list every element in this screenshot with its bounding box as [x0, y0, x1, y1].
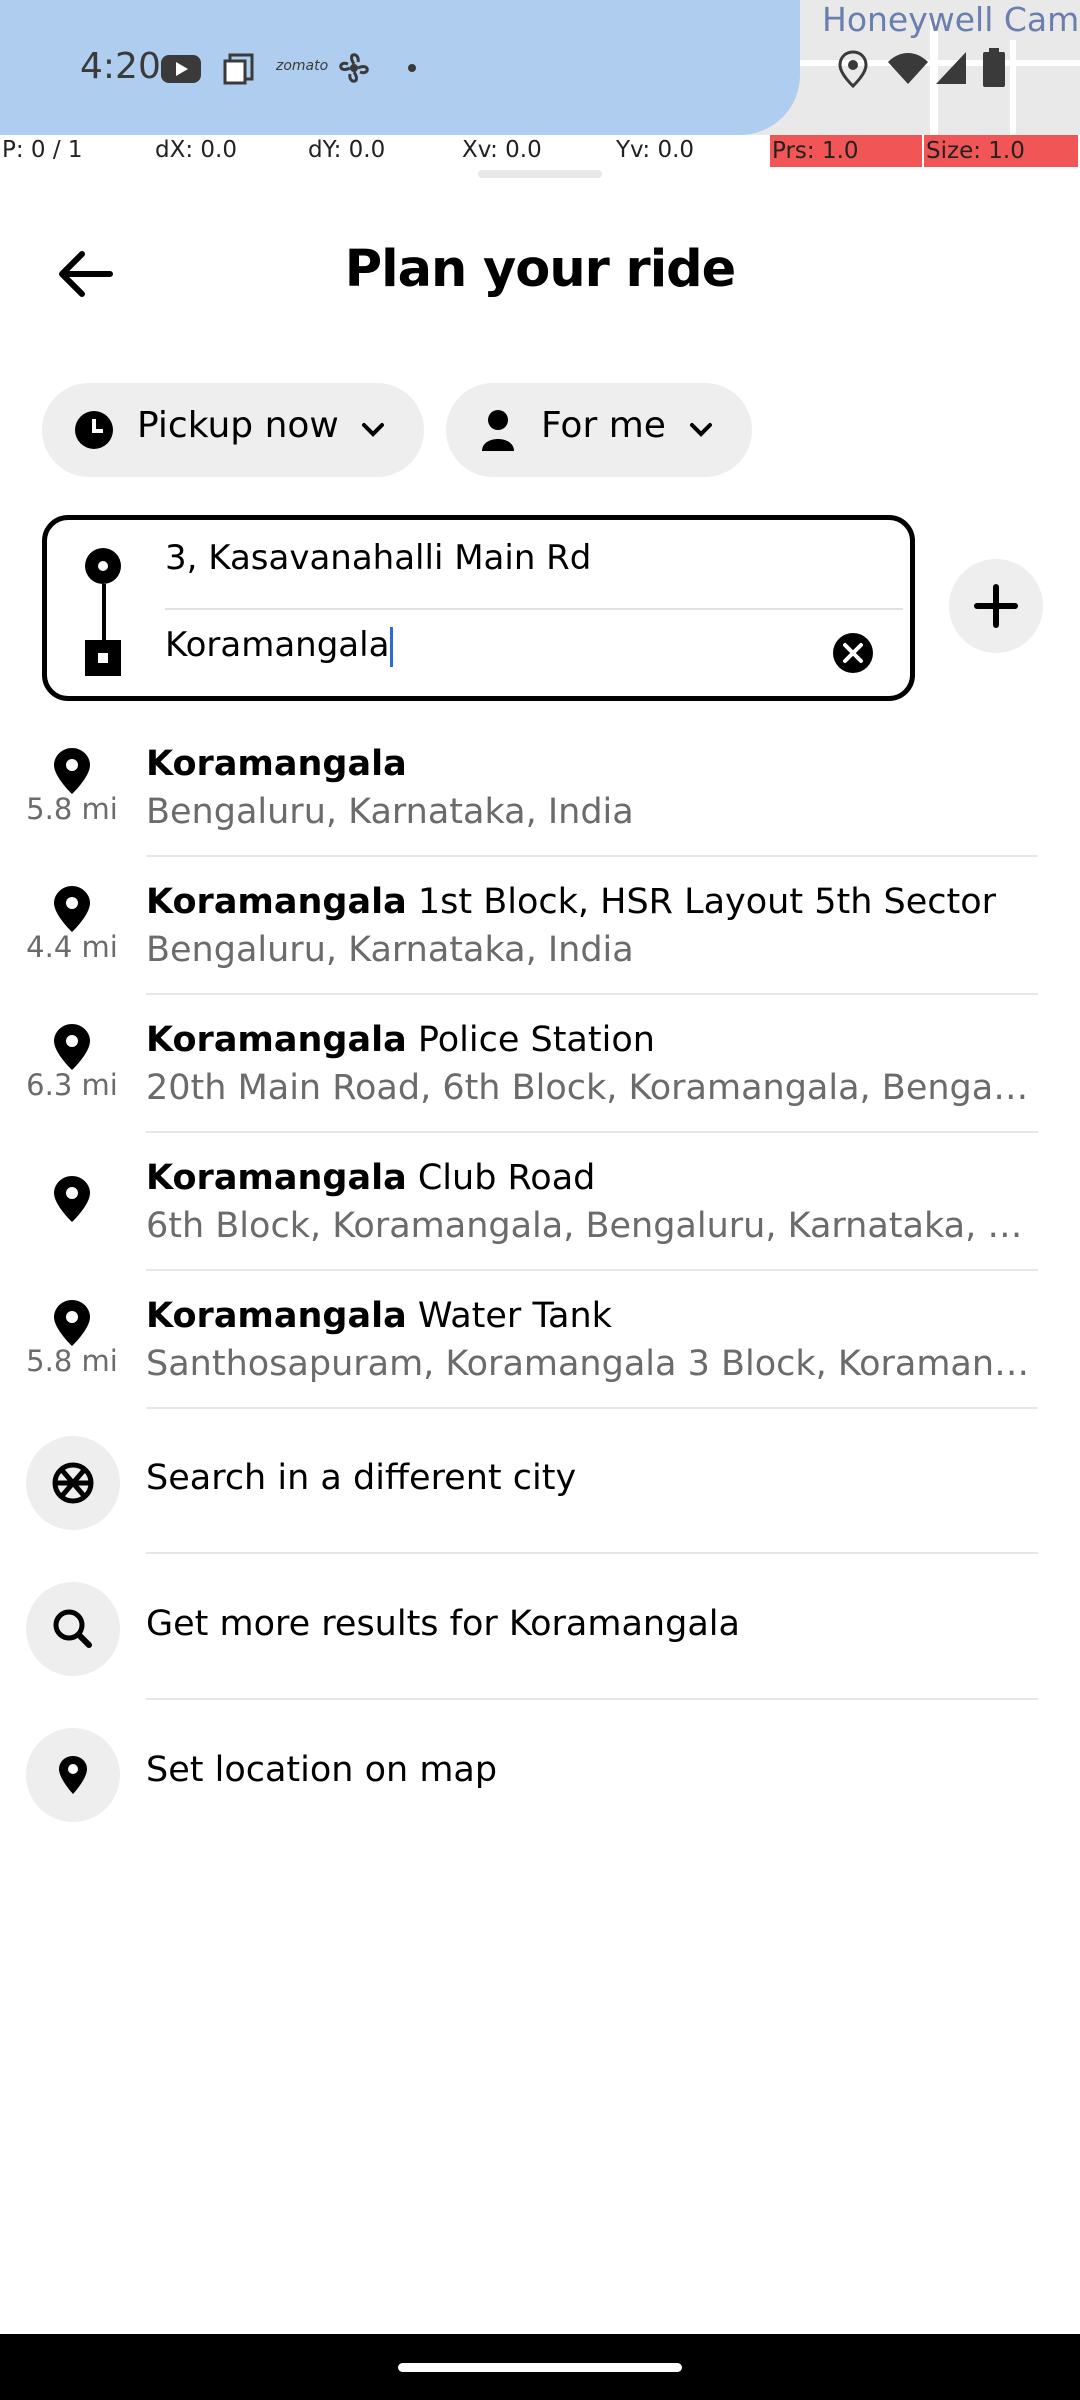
home-gesture-handle[interactable] — [398, 2363, 682, 2372]
fan-icon — [339, 53, 369, 83]
search-icon-bg — [26, 1582, 120, 1676]
page-title: Plan your ride — [344, 240, 737, 299]
divider — [146, 855, 1038, 857]
destination-text: Koramangala — [165, 625, 390, 665]
clock-icon — [75, 411, 113, 449]
pickup-dot-icon — [85, 548, 121, 584]
result-item[interactable]: 4.4 mi Koramangala 1st Block, HSR Layout… — [0, 878, 1080, 996]
debug-dy: dY: 0.0 — [308, 137, 386, 163]
dot-icon — [408, 64, 416, 72]
search-different-city-label: Search in a different city — [146, 1458, 577, 1498]
sheet-drag-handle[interactable] — [478, 170, 602, 178]
rider-label: For me — [541, 405, 666, 446]
pin-icon-bg — [26, 1728, 120, 1822]
location-pin-icon — [54, 1176, 90, 1222]
pickup-time-chip[interactable]: Pickup now — [42, 383, 424, 477]
pointer-debug-overlay: P: 0 / 1 dX: 0.0 dY: 0.0 Xv: 0.0 Yv: 0.0… — [0, 135, 1080, 167]
result-subtitle: 20th Main Road, 6th Block, Koramangala, … — [146, 1068, 1031, 1108]
search-icon — [53, 1609, 92, 1648]
clear-text-icon[interactable] — [832, 632, 874, 674]
more-results-label: Get more results for Koramangala — [146, 1604, 740, 1644]
route-divider — [165, 608, 903, 610]
person-icon — [482, 410, 514, 451]
result-title: Koramangala — [146, 744, 407, 784]
result-subtitle: 6th Block, Koramangala, Bengaluru, Karna… — [146, 1206, 1031, 1246]
destination-square-icon — [85, 640, 121, 676]
location-icon — [838, 50, 868, 88]
location-pin-icon — [54, 886, 90, 932]
globe-icon — [52, 1462, 94, 1504]
globe-icon-bg — [26, 1436, 120, 1530]
route-input-box: 3, Kasavanahalli Main Rd Koramangala — [42, 515, 915, 701]
result-distance: 4.4 mi — [26, 930, 118, 964]
debug-dx: dX: 0.0 — [155, 137, 237, 163]
location-pin-icon — [54, 1300, 90, 1346]
cellular-icon — [936, 52, 966, 84]
pickup-input[interactable]: 3, Kasavanahalli Main Rd — [165, 538, 591, 578]
result-title: Koramangala Police Station — [146, 1020, 655, 1060]
result-subtitle: Bengaluru, Karnataka, India — [146, 792, 634, 832]
status-bar: 4:20 zomato — [0, 40, 1080, 96]
rider-chip[interactable]: For me — [446, 383, 752, 477]
system-navigation-bar — [0, 2334, 1080, 2400]
result-title: Koramangala Club Road — [146, 1158, 596, 1198]
route-connector — [102, 584, 106, 642]
debug-size: Size: 1.0 — [924, 135, 1078, 167]
divider — [146, 1698, 1038, 1700]
map-poi-label: Honeywell Camp — [822, 0, 1080, 39]
debug-yv: Yv: 0.0 — [616, 137, 695, 163]
result-distance: 5.8 mi — [26, 792, 118, 826]
result-subtitle: Santhosapuram, Koramangala 3 Block, Kora… — [146, 1344, 1031, 1384]
copy-icon — [223, 53, 254, 85]
result-item[interactable]: 6.3 mi Koramangala Police Station 20th M… — [0, 1016, 1080, 1134]
set-location-on-map-label: Set location on map — [146, 1750, 498, 1790]
location-pin-icon — [59, 1756, 87, 1794]
set-location-on-map-row[interactable]: Set location on map — [0, 1728, 1080, 1824]
wifi-icon — [888, 53, 928, 84]
debug-pressure: Prs: 1.0 — [770, 135, 922, 167]
divider — [146, 1407, 1038, 1409]
divider — [146, 993, 1038, 995]
chevron-down-icon — [690, 423, 712, 437]
location-pin-icon — [54, 1024, 90, 1070]
result-title: Koramangala Water Tank — [146, 1296, 612, 1336]
debug-pointer: P: 0 / 1 — [2, 137, 83, 163]
search-different-city-row[interactable]: Search in a different city — [0, 1436, 1080, 1554]
result-distance: 5.8 mi — [26, 1344, 118, 1378]
add-stop-button[interactable] — [949, 559, 1043, 653]
chevron-down-icon — [362, 423, 384, 437]
divider — [146, 1131, 1038, 1133]
result-item[interactable]: 5.8 mi Koramangala Bengaluru, Karnataka,… — [0, 740, 1080, 858]
text-cursor — [390, 626, 394, 667]
youtube-icon — [161, 55, 201, 83]
result-item[interactable]: 5.8 mi Koramangala Water Tank Santhosapu… — [0, 1292, 1080, 1410]
result-subtitle: Bengaluru, Karnataka, India — [146, 930, 634, 970]
battery-icon — [983, 48, 1005, 87]
debug-xv: Xv: 0.0 — [462, 137, 542, 163]
divider — [146, 1269, 1038, 1271]
result-distance: 6.3 mi — [26, 1068, 118, 1102]
zomato-icon: zomato — [276, 58, 329, 74]
status-time: 4:20 — [80, 46, 161, 87]
more-results-row[interactable]: Get more results for Koramangala — [0, 1582, 1080, 1700]
result-title: Koramangala 1st Block, HSR Layout 5th Se… — [146, 882, 997, 922]
divider — [146, 1552, 1038, 1554]
plus-icon — [974, 584, 1018, 628]
pickup-time-label: Pickup now — [137, 405, 339, 446]
location-pin-icon — [54, 748, 90, 794]
destination-input[interactable]: Koramangala — [165, 625, 394, 667]
result-item[interactable]: Koramangala Club Road 6th Block, Koraman… — [0, 1154, 1080, 1272]
